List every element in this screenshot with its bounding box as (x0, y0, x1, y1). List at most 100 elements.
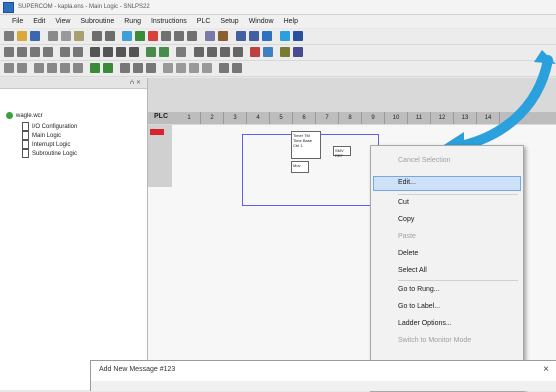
close-icon[interactable]: × (543, 364, 549, 375)
shift-icon[interactable] (220, 47, 230, 57)
connect-icon[interactable] (90, 63, 100, 73)
tree-pane-header[interactable]: ⵄ ✕ (0, 78, 147, 89)
menu-file[interactable]: File (0, 18, 28, 25)
menu-item-cut[interactable]: Cut (398, 199, 409, 206)
column-header: 8 (339, 112, 362, 124)
tree-item-subroutine-logic[interactable]: Subroutine Logic (22, 149, 77, 158)
wire-icon[interactable] (219, 63, 229, 73)
ge-icon[interactable] (60, 47, 70, 57)
counter-icon[interactable] (207, 47, 217, 57)
contact-no-icon[interactable] (4, 63, 14, 73)
menu-item-cancel-selection[interactable]: Cancel Selection (398, 157, 451, 164)
greater-icon[interactable] (30, 47, 40, 57)
timer-icon[interactable] (194, 47, 204, 57)
divide-icon[interactable] (129, 47, 139, 57)
rung-delete-icon[interactable] (146, 63, 156, 73)
comm-icon[interactable] (263, 47, 273, 57)
drum-icon[interactable] (233, 47, 243, 57)
multiply-icon[interactable] (116, 47, 126, 57)
subtract-icon[interactable] (103, 47, 113, 57)
menu-plc[interactable]: PLC (192, 18, 216, 25)
move-icon[interactable] (146, 47, 156, 57)
return-icon[interactable] (202, 63, 212, 73)
move-block[interactable]: Mov (291, 161, 309, 173)
tree-item-io-configuration[interactable]: I/O Configuration (22, 122, 77, 131)
coil-icon[interactable] (34, 63, 44, 73)
loop-icon[interactable] (280, 47, 290, 57)
equal-icon[interactable] (4, 47, 14, 57)
program-icon[interactable] (135, 31, 145, 41)
redo-icon[interactable] (105, 31, 115, 41)
tree-item-label: I/O Configuration (32, 123, 78, 130)
tree-item-interrupt-logic[interactable]: Interrupt Logic (22, 140, 70, 149)
window-icon[interactable] (236, 31, 246, 41)
add-icon[interactable] (90, 47, 100, 57)
menu-item-select-all[interactable]: Select All (398, 267, 427, 274)
reset-coil-icon[interactable] (60, 63, 70, 73)
menu-item-ladder-options[interactable]: Ladder Options... (398, 320, 452, 327)
menu-item-paste[interactable]: Paste (398, 233, 416, 240)
run-icon[interactable] (280, 31, 290, 41)
find-icon[interactable] (187, 31, 197, 41)
label-icon[interactable] (176, 63, 186, 73)
stop-icon[interactable] (148, 31, 158, 41)
rung-selection[interactable]: Timer TM Time Base Ctrl 1 Mov SMV REF (242, 131, 379, 206)
menu-item-go-to-rung[interactable]: Go to Rung... (398, 286, 440, 293)
rung-append-icon[interactable] (133, 63, 143, 73)
column-header: 3 (224, 112, 247, 124)
branch-icon[interactable] (73, 63, 83, 73)
open-folder-icon[interactable] (17, 31, 27, 41)
menu-item-copy[interactable]: Copy (398, 216, 414, 223)
menu-item-delete[interactable]: Delete (398, 250, 418, 257)
cut-icon[interactable] (48, 31, 58, 41)
tile-icon[interactable] (249, 31, 259, 41)
le-icon[interactable] (73, 47, 83, 57)
menu-setup[interactable]: Setup (215, 18, 243, 25)
menu-instructions[interactable]: Instructions (146, 18, 192, 25)
rung-insert-icon[interactable] (120, 63, 130, 73)
disconnect-icon[interactable] (103, 63, 113, 73)
menu-view[interactable]: View (50, 18, 75, 25)
project-icon (6, 112, 13, 119)
menu-edit[interactable]: Edit (28, 18, 50, 25)
menu-help[interactable]: Help (279, 18, 303, 25)
set-coil-icon[interactable] (47, 63, 57, 73)
monitor-icon[interactable] (122, 31, 132, 41)
new-file-icon[interactable] (4, 31, 14, 41)
jump-icon[interactable] (189, 63, 199, 73)
menu-item-go-to-label[interactable]: Go to Label... (398, 303, 440, 310)
save-icon[interactable] (30, 31, 40, 41)
menu-window[interactable]: Window (244, 18, 279, 25)
comment-icon[interactable] (163, 63, 173, 73)
plc-settings-icon[interactable] (205, 31, 215, 41)
menu-item-switch-monitor[interactable]: Switch to Monitor Mode (398, 337, 471, 344)
less-icon[interactable] (43, 47, 53, 57)
menu-subroutine[interactable]: Subroutine (75, 18, 119, 25)
column-header: 1 (178, 112, 201, 124)
menu-separator (398, 194, 518, 195)
menu-item-edit[interactable]: Edit... (398, 179, 416, 186)
menu-rung[interactable]: Rung (119, 18, 146, 25)
block-move-icon[interactable] (159, 47, 169, 57)
vertical-wire-icon[interactable] (232, 63, 242, 73)
contact-nc-icon[interactable] (17, 63, 27, 73)
undo-icon[interactable] (92, 31, 102, 41)
smv-block[interactable]: SMV REF (333, 146, 351, 158)
pid-icon[interactable] (250, 47, 260, 57)
column-header-row: PLC 1 2 3 4 5 6 7 8 9 10 11 12 13 14 (148, 112, 556, 124)
not-equal-icon[interactable] (17, 47, 27, 57)
function-icon[interactable] (293, 47, 303, 57)
paste-icon[interactable] (74, 31, 84, 41)
tree-root[interactable]: wagle.wcr (6, 112, 43, 119)
zoom-out-icon[interactable] (174, 31, 184, 41)
compare-icon[interactable] (176, 47, 186, 57)
grid-icon[interactable] (262, 31, 272, 41)
tools-icon[interactable] (218, 31, 228, 41)
project-tree-pane: ⵄ ✕ wagle.wcr I/O Configuration Main Log… (0, 78, 148, 390)
rung-number-column (148, 125, 172, 187)
copy-icon[interactable] (61, 31, 71, 41)
timer-block[interactable]: Timer TM Time Base Ctrl 1 (291, 131, 321, 159)
zoom-in-icon[interactable] (161, 31, 171, 41)
tree-item-main-logic[interactable]: Main Logic (22, 131, 61, 140)
info-icon[interactable] (293, 31, 303, 41)
